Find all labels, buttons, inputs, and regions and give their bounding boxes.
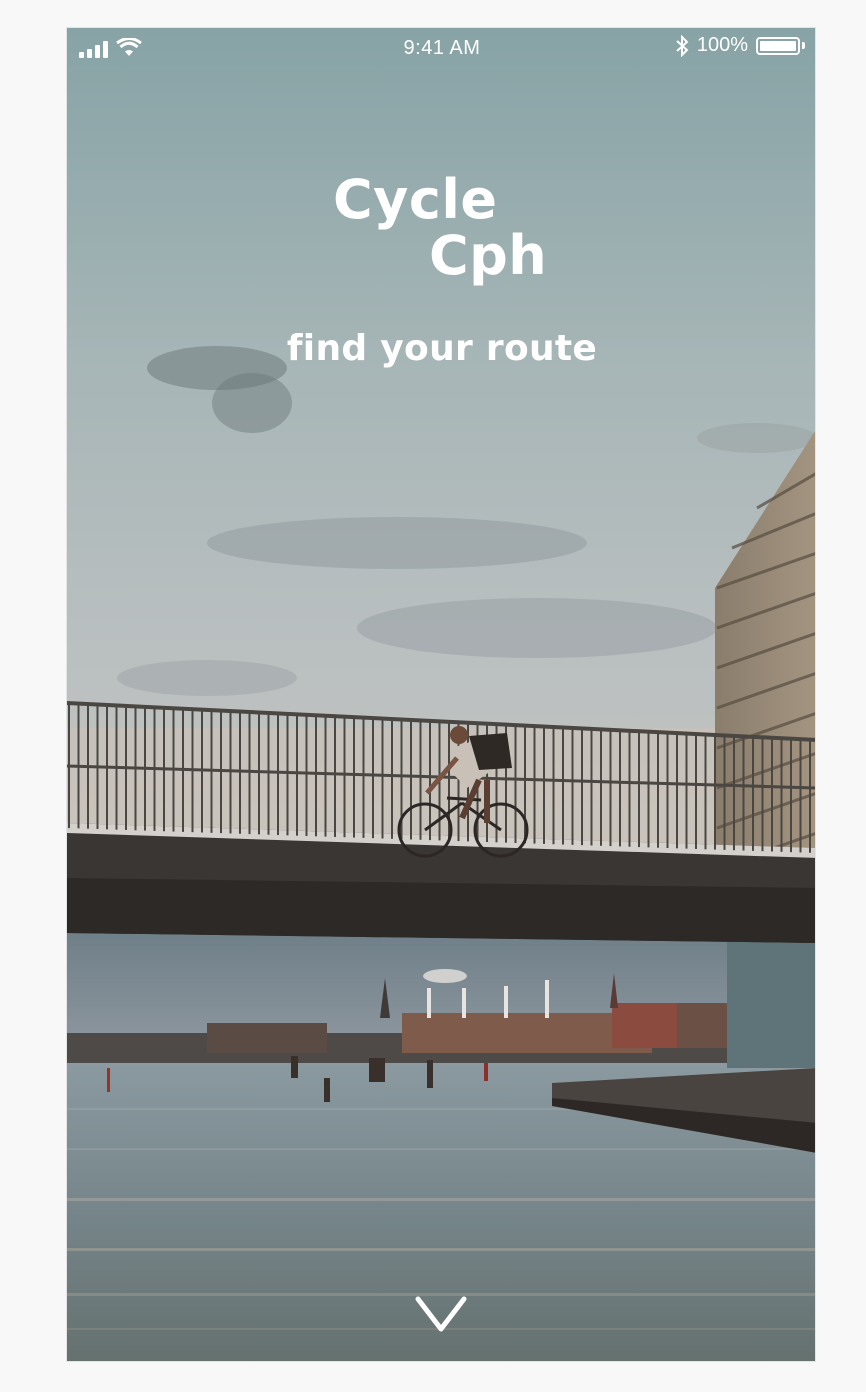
battery-nub [802, 42, 805, 49]
chevron-down-icon[interactable] [415, 1296, 467, 1336]
tagline: find your route [286, 328, 598, 369]
battery-fill [760, 40, 796, 51]
app-title-line2: Cph [429, 224, 548, 287]
app-title-line1: Cycle [333, 168, 498, 231]
app-screen: 9:41 AM 100% Cycle Cph find your route [66, 27, 816, 1362]
battery-icon [756, 36, 800, 55]
bluetooth-icon [676, 34, 689, 57]
status-right: 100% [675, 34, 805, 57]
battery-percent: 100% [696, 34, 748, 56]
status-bar: 9:41 AM 100% [67, 28, 815, 68]
